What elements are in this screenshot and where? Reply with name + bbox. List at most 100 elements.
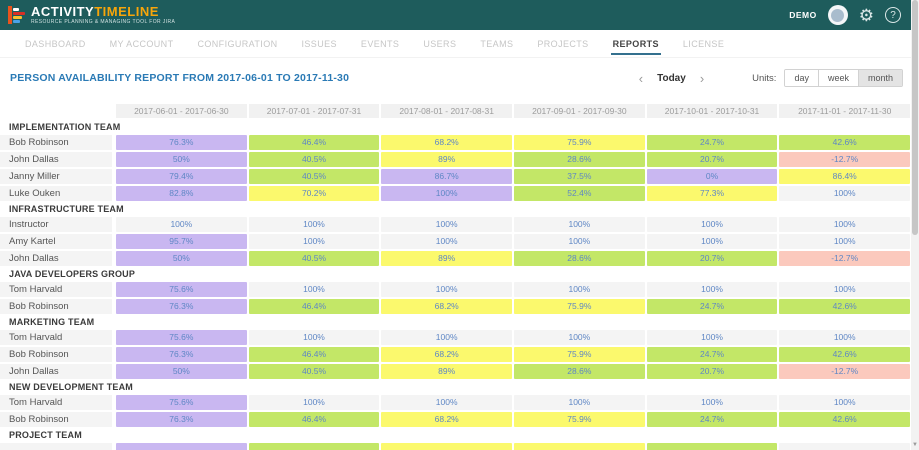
availability-cell[interactable]: 75.6% <box>116 330 247 345</box>
availability-cell[interactable]: 42.6% <box>779 412 910 427</box>
availability-cell[interactable]: 28.6% <box>514 152 645 167</box>
availability-cell[interactable]: 75.9% <box>514 135 645 150</box>
availability-cell[interactable]: 100% <box>381 217 512 232</box>
availability-cell[interactable]: 100% <box>249 282 380 297</box>
person-name[interactable]: John Dallas <box>0 152 112 167</box>
availability-cell[interactable]: 46.4% <box>249 299 380 314</box>
nav-item-reports[interactable]: REPORTS <box>601 30 671 57</box>
person-name[interactable]: Luke Ouken <box>0 186 112 201</box>
availability-cell[interactable]: 100% <box>779 217 910 232</box>
nav-item-projects[interactable]: PROJECTS <box>525 30 600 57</box>
availability-cell[interactable]: 68.2% <box>381 299 512 314</box>
availability-cell[interactable] <box>116 443 247 450</box>
person-name[interactable]: Janny Miller <box>0 169 112 184</box>
units-week-button[interactable]: week <box>818 70 858 86</box>
availability-cell[interactable]: 46.4% <box>249 135 380 150</box>
person-name[interactable]: Amy Kartel <box>0 234 112 249</box>
next-period-button[interactable]: › <box>694 72 710 85</box>
scrollbar-down-arrow-icon[interactable]: ▼ <box>911 442 919 448</box>
availability-cell[interactable]: 75.6% <box>116 282 247 297</box>
availability-cell[interactable]: 76.3% <box>116 299 247 314</box>
scrollbar[interactable]: ▼ <box>911 0 919 450</box>
nav-item-configuration[interactable]: CONFIGURATION <box>185 30 289 57</box>
availability-cell[interactable]: 75.9% <box>514 299 645 314</box>
availability-cell[interactable]: 76.3% <box>116 412 247 427</box>
availability-cell[interactable]: 68.2% <box>381 347 512 362</box>
nav-item-users[interactable]: USERS <box>411 30 468 57</box>
availability-cell[interactable]: 40.5% <box>249 169 380 184</box>
availability-cell[interactable]: 100% <box>381 395 512 410</box>
availability-cell[interactable]: 68.2% <box>381 412 512 427</box>
nav-item-events[interactable]: EVENTS <box>349 30 411 57</box>
availability-cell[interactable]: 82.8% <box>116 186 247 201</box>
availability-cell[interactable]: 100% <box>249 217 380 232</box>
units-month-button[interactable]: month <box>858 70 902 86</box>
availability-cell[interactable]: 100% <box>249 395 380 410</box>
availability-cell[interactable]: 52.4% <box>514 186 645 201</box>
availability-cell[interactable]: -12.7% <box>779 364 910 379</box>
availability-cell[interactable]: 79.4% <box>116 169 247 184</box>
nav-item-license[interactable]: LICENSE <box>671 30 736 57</box>
availability-cell[interactable]: 100% <box>249 234 380 249</box>
availability-cell[interactable] <box>514 443 645 450</box>
app-logo[interactable]: ACTIVITYTIMELINE RESOURCE PLANNING & MAN… <box>8 5 175 25</box>
availability-cell[interactable] <box>249 443 380 450</box>
availability-cell[interactable]: 89% <box>381 364 512 379</box>
availability-cell[interactable]: 100% <box>381 186 512 201</box>
today-button[interactable]: Today <box>649 73 694 84</box>
availability-cell[interactable]: 40.5% <box>249 364 380 379</box>
availability-cell[interactable]: 89% <box>381 251 512 266</box>
availability-cell[interactable]: 42.6% <box>779 299 910 314</box>
prev-period-button[interactable]: ‹ <box>633 72 649 85</box>
person-name[interactable]: Bob Robinson <box>0 135 112 150</box>
units-day-button[interactable]: day <box>785 70 818 86</box>
availability-cell[interactable]: 24.7% <box>647 347 778 362</box>
availability-cell[interactable]: 95.7% <box>116 234 247 249</box>
nav-item-teams[interactable]: TEAMS <box>468 30 525 57</box>
scrollbar-thumb[interactable] <box>912 0 918 235</box>
availability-cell[interactable]: 100% <box>514 395 645 410</box>
person-name[interactable]: Bob Robinson <box>0 347 112 362</box>
availability-cell[interactable]: 100% <box>514 330 645 345</box>
availability-cell[interactable]: 0% <box>647 169 778 184</box>
availability-cell[interactable]: 100% <box>779 330 910 345</box>
availability-cell[interactable]: 42.6% <box>779 135 910 150</box>
person-name[interactable]: John Dallas <box>0 251 112 266</box>
availability-cell[interactable]: 75.9% <box>514 347 645 362</box>
availability-cell[interactable]: 24.7% <box>647 299 778 314</box>
availability-cell[interactable]: 40.5% <box>249 152 380 167</box>
availability-cell[interactable]: 20.7% <box>647 364 778 379</box>
help-icon[interactable]: ? <box>885 7 901 23</box>
settings-gear-icon[interactable]: ⚙ <box>859 7 874 24</box>
person-name[interactable]: Tom Harvald <box>0 395 112 410</box>
availability-cell[interactable]: 100% <box>514 282 645 297</box>
availability-cell[interactable]: 100% <box>647 330 778 345</box>
nav-item-my-account[interactable]: MY ACCOUNT <box>98 30 186 57</box>
availability-cell[interactable]: 77.3% <box>647 186 778 201</box>
person-name[interactable] <box>0 443 112 450</box>
availability-cell[interactable] <box>779 443 910 450</box>
availability-cell[interactable]: 100% <box>647 395 778 410</box>
nav-item-issues[interactable]: ISSUES <box>290 30 349 57</box>
availability-cell[interactable]: 70.2% <box>249 186 380 201</box>
person-name[interactable]: John Dallas <box>0 364 112 379</box>
availability-cell[interactable]: 86.7% <box>381 169 512 184</box>
availability-cell[interactable]: 42.6% <box>779 347 910 362</box>
availability-cell[interactable]: 100% <box>116 217 247 232</box>
availability-cell[interactable]: 28.6% <box>514 251 645 266</box>
availability-cell[interactable]: -12.7% <box>779 251 910 266</box>
availability-cell[interactable]: 50% <box>116 251 247 266</box>
availability-cell[interactable]: 100% <box>249 330 380 345</box>
availability-cell[interactable]: 100% <box>779 282 910 297</box>
availability-cell[interactable]: 24.7% <box>647 135 778 150</box>
availability-cell[interactable]: 100% <box>779 395 910 410</box>
availability-cell[interactable] <box>647 443 778 450</box>
person-name[interactable]: Tom Harvald <box>0 330 112 345</box>
availability-cell[interactable]: 46.4% <box>249 412 380 427</box>
availability-cell[interactable]: 76.3% <box>116 347 247 362</box>
availability-cell[interactable]: 100% <box>381 330 512 345</box>
availability-cell[interactable]: 76.3% <box>116 135 247 150</box>
user-avatar[interactable] <box>828 5 848 25</box>
availability-cell[interactable]: 100% <box>381 282 512 297</box>
availability-cell[interactable]: 75.9% <box>514 412 645 427</box>
